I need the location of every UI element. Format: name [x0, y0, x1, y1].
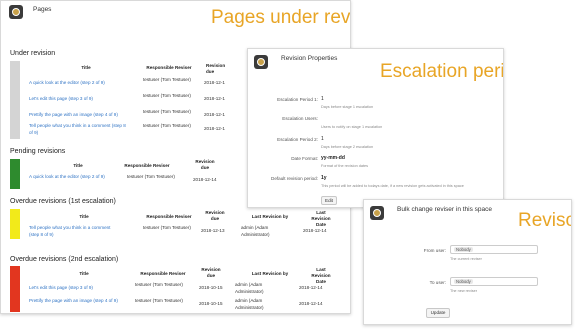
- field-hint: Format of the revision dates: [321, 164, 369, 168]
- status-color-bar-grey: [10, 61, 20, 139]
- field-label: Escalation Users:: [282, 116, 318, 121]
- reviser-cell: testuser (Tom Testuser): [143, 109, 191, 114]
- from-user-input[interactable]: Nobody: [450, 245, 538, 254]
- section-title-overdue-2: Overdue revisions (2nd escalation): [10, 256, 119, 263]
- escalation-overlay-title: Escalation periods: [380, 61, 503, 82]
- to-user-hint: The new reviser: [450, 289, 478, 293]
- col-header-due: Revision due: [195, 159, 215, 170]
- field-hint: Days before stage 1 escalation: [321, 105, 374, 109]
- field-hint: Days before stage 2 escalation: [321, 145, 374, 149]
- revisors-panel: Bulk change reviser in this space Reviso…: [363, 199, 572, 325]
- reviser-cell: testuser (Tom Testuser): [127, 174, 175, 179]
- field-label: Escalation Period 2:: [277, 137, 318, 142]
- app-logo-icon: [9, 5, 23, 19]
- field-value-default-period[interactable]: 1y: [321, 175, 327, 181]
- field-hint: This period will be added to todays date…: [321, 184, 464, 188]
- status-color-bar-green: [10, 159, 20, 189]
- due-cell: 2018-12-1: [204, 112, 225, 117]
- section-title-pending: Pending revisions: [10, 148, 66, 155]
- reviser-cell: testuser (Tom Testuser): [143, 93, 191, 98]
- page-link[interactable]: A quick look at the editor (step 2 of 9): [29, 174, 109, 181]
- col-header-reviser: Responsible Reviser: [140, 271, 186, 276]
- due-cell: 2018-10-15: [199, 285, 223, 290]
- page-link[interactable]: Tell people what you think in a comment …: [29, 225, 117, 238]
- to-user-value: Nobody: [454, 279, 473, 284]
- to-user-label: To user:: [429, 280, 446, 285]
- revisors-header: Bulk change reviser in this space: [397, 206, 493, 213]
- from-user-value: Nobody: [454, 247, 473, 252]
- field-value-date-format[interactable]: yy-mm-dd: [321, 155, 345, 161]
- due-cell: 2018-12-1: [204, 96, 225, 101]
- col-header-title: Title: [79, 271, 89, 276]
- page-link[interactable]: A quick look at the editor (step 2 of 9): [29, 80, 139, 87]
- pages-overlay-title: Pages under revision: [211, 7, 351, 28]
- due-cell: 2018-10-15: [199, 301, 223, 306]
- last-by-cell: admin (Adam Administrator): [235, 298, 264, 310]
- reviser-cell: testuser (Tom Testuser): [135, 298, 183, 303]
- reviser-cell: testuser (Tom Testuser): [143, 225, 191, 230]
- col-header-title: Title: [81, 65, 91, 70]
- escalation-panel: Revision Properties Escalation periods E…: [247, 48, 504, 208]
- edit-button[interactable]: Edit: [321, 196, 337, 205]
- col-header-due: Revision due: [201, 267, 221, 278]
- revisors-overlay-title: Revisors: [518, 210, 571, 231]
- reviser-cell: testuser (Tom Testuser): [143, 77, 191, 82]
- pages-header: Pages: [33, 6, 52, 13]
- col-header-reviser: Responsible Reviser: [146, 65, 192, 70]
- page-link[interactable]: Prettify the page with an image (step 4 …: [29, 112, 139, 119]
- last-date-cell: 2018-12-14: [299, 285, 323, 290]
- page-link[interactable]: Let's edit this page (step 3 of 9): [29, 96, 139, 103]
- page-link[interactable]: Prettify the page with an image (step 4 …: [29, 298, 129, 305]
- page-link[interactable]: Let's edit this page (step 3 of 9): [29, 285, 129, 292]
- col-header-reviser: Responsible Reviser: [146, 214, 192, 219]
- page-link[interactable]: Tell people what you think in a comment …: [29, 123, 127, 136]
- due-cell: 2018-12-13: [201, 228, 225, 233]
- col-header-reviser: Responsible Reviser: [124, 163, 170, 168]
- due-cell: 2018-12-14: [193, 177, 217, 182]
- field-label: Date Format:: [291, 156, 318, 161]
- col-header-last-by: Last Revision by: [251, 271, 289, 276]
- col-header-last-by: Last Revision by: [251, 214, 289, 219]
- reviser-cell: testuser (Tom Testuser): [143, 123, 191, 128]
- due-cell: 2018-12-1: [204, 126, 225, 131]
- col-header-last-date: Last Revision Date: [311, 267, 331, 284]
- last-by-cell: admin (Adam Administrator): [235, 282, 264, 294]
- due-cell: 2018-12-1: [204, 80, 225, 85]
- from-user-label: From user:: [423, 248, 446, 253]
- update-button[interactable]: Update: [426, 308, 450, 318]
- last-date-cell: 2018-12-14: [299, 301, 323, 306]
- col-header-due: Revision due: [205, 210, 225, 221]
- field-label: Default revision period:: [271, 176, 318, 181]
- app-logo-icon: [254, 55, 268, 69]
- app-logo-icon: [370, 206, 384, 220]
- field-value-period-2[interactable]: 1: [321, 136, 324, 142]
- field-label: Escalation Period 1:: [277, 97, 318, 102]
- col-header-title: Title: [79, 214, 89, 219]
- status-color-bar-yellow: [10, 209, 20, 239]
- reviser-cell: testuser (Tom Testuser): [135, 282, 183, 287]
- section-title-overdue-1: Overdue revisions (1st escalation): [10, 198, 116, 205]
- last-by-cell: admin (Adam Administrator): [241, 225, 270, 237]
- section-title-under-revision: Under revision: [10, 50, 56, 57]
- col-header-title: Title: [73, 163, 83, 168]
- escalation-header: Revision Properties: [281, 55, 338, 62]
- from-user-hint: The current reviser: [450, 257, 482, 261]
- field-value-period-1[interactable]: 1: [321, 96, 324, 102]
- status-color-bar-red: [10, 266, 20, 312]
- col-header-last-date: Last Revision Date: [311, 210, 331, 227]
- field-hint: Users to notify on stage 1 escalation: [321, 125, 383, 129]
- last-date-cell: 2018-12-14: [303, 228, 327, 233]
- to-user-input[interactable]: Nobody: [450, 277, 538, 286]
- col-header-due: Revision due: [206, 63, 226, 74]
